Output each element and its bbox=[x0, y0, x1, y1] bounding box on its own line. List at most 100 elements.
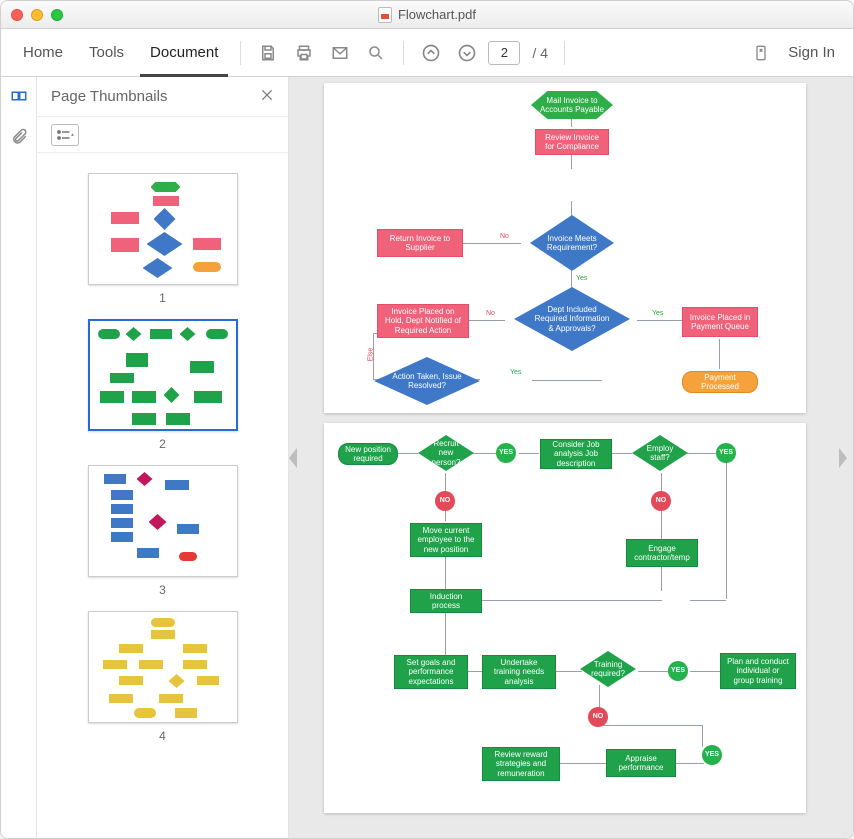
search-button[interactable] bbox=[361, 38, 391, 68]
node-move-employee: Move current employee to the new positio… bbox=[410, 523, 482, 557]
edge-label-no: No bbox=[500, 233, 509, 240]
node-employ-staff: Employ staff? bbox=[632, 435, 688, 471]
search-icon bbox=[367, 44, 385, 62]
arrow-down-circle-icon bbox=[457, 43, 477, 63]
node-dept-approvals: Dept Included Required Information & App… bbox=[514, 287, 630, 351]
node-plan-training: Plan and conduct individual or group tra… bbox=[720, 653, 796, 689]
node-review-reward: Review reward strategies and remuneratio… bbox=[482, 747, 560, 781]
edge-label-else: Else bbox=[367, 348, 374, 362]
titlebar: Flowchart.pdf bbox=[1, 1, 853, 29]
node-payment-processed: Payment Processed bbox=[682, 371, 758, 393]
list-options-icon bbox=[56, 129, 74, 141]
thumbnail-list[interactable]: 1 bbox=[37, 153, 288, 838]
window-controls bbox=[11, 9, 63, 21]
side-panel-options bbox=[37, 117, 288, 153]
save-button[interactable] bbox=[253, 38, 283, 68]
tab-home[interactable]: Home bbox=[13, 29, 73, 77]
node-induction: Induction process bbox=[410, 589, 482, 613]
window-title-text: Flowchart.pdf bbox=[398, 7, 476, 22]
page-thumbnails-icon bbox=[10, 90, 28, 108]
email-button[interactable] bbox=[325, 38, 355, 68]
sign-in-button[interactable]: Sign In bbox=[782, 44, 841, 61]
document-view[interactable]: Mail Invoice to Accounts Payable Review … bbox=[289, 77, 853, 838]
paperclip-icon bbox=[10, 128, 28, 146]
mobile-link-button[interactable] bbox=[746, 38, 776, 68]
edge-label-yes: Yes bbox=[652, 310, 663, 317]
window-title: Flowchart.pdf bbox=[1, 7, 853, 23]
page-total-label: / 4 bbox=[532, 45, 548, 61]
node-engage-contract: Engage contractor/temp bbox=[626, 539, 698, 567]
thumbnail-preview-2 bbox=[88, 319, 238, 431]
tab-tools[interactable]: Tools bbox=[79, 29, 134, 77]
side-panel: Page Thumbnails bbox=[37, 77, 289, 838]
side-panel-header: Page Thumbnails bbox=[37, 77, 288, 117]
edge-badge-no: NO bbox=[588, 707, 608, 727]
node-training-needs: Undertake training needs analysis bbox=[482, 655, 556, 689]
separator bbox=[564, 41, 565, 65]
thumbnail-item[interactable]: 3 bbox=[88, 465, 238, 597]
page-1-partial: Mail Invoice to Accounts Payable Review … bbox=[324, 83, 806, 413]
attachments-panel-button[interactable] bbox=[9, 127, 29, 147]
collapse-side-panel-button[interactable] bbox=[289, 448, 297, 468]
edge-badge-yes: YES bbox=[496, 443, 516, 463]
thumbnail-options-button[interactable] bbox=[51, 124, 79, 146]
next-page-button[interactable] bbox=[452, 38, 482, 68]
node-set-goals: Set goals and performance expectations bbox=[394, 655, 468, 689]
zoom-window-button[interactable] bbox=[51, 9, 63, 21]
thumbnail-label: 4 bbox=[88, 729, 238, 743]
node-appraise: Appraise performance bbox=[606, 749, 676, 777]
node-recruit-new: Recruit new person? bbox=[418, 435, 474, 471]
node-mail-invoice: Mail Invoice to Accounts Payable bbox=[531, 91, 613, 119]
thumbnail-label: 2 bbox=[88, 437, 238, 451]
thumbnail-preview-3 bbox=[88, 465, 238, 577]
printer-icon bbox=[295, 44, 313, 62]
app-window: Flowchart.pdf Home Tools Document / 4 bbox=[0, 0, 854, 839]
expand-tools-panel-button[interactable] bbox=[839, 448, 847, 468]
separator bbox=[240, 41, 241, 65]
thumbnail-preview-4 bbox=[88, 611, 238, 723]
edge-badge-yes: YES bbox=[716, 443, 736, 463]
thumbnail-item[interactable]: 2 bbox=[88, 319, 238, 451]
left-rail bbox=[1, 77, 37, 838]
content-area: Page Thumbnails bbox=[1, 77, 853, 838]
separator bbox=[403, 41, 404, 65]
thumbnail-label: 3 bbox=[88, 583, 238, 597]
node-invoice-hold: Invoice Placed on Hold, Dept Notified of… bbox=[377, 304, 469, 338]
node-invoice-meets: Invoice Meets Requirement? bbox=[530, 215, 614, 271]
minimize-window-button[interactable] bbox=[31, 9, 43, 21]
close-panel-button[interactable] bbox=[260, 86, 274, 107]
node-consider-job: Consider Job analysis Job description bbox=[540, 439, 612, 469]
close-icon bbox=[260, 88, 274, 102]
node-payment-queue: Invoice Placed in Payment Queue bbox=[682, 307, 758, 337]
print-button[interactable] bbox=[289, 38, 319, 68]
close-window-button[interactable] bbox=[11, 9, 23, 21]
edge-label-yes: Yes bbox=[510, 369, 521, 376]
floppy-icon bbox=[259, 44, 277, 62]
node-issue-resolved: Action Taken, Issue Resolved? bbox=[374, 357, 480, 405]
edge-label-no: No bbox=[486, 310, 495, 317]
thumbnail-item[interactable]: 1 bbox=[88, 173, 238, 305]
edge-badge-yes: YES bbox=[668, 661, 688, 681]
tab-document[interactable]: Document bbox=[140, 29, 228, 77]
node-review-invoice: Review Invoice for Compliance bbox=[535, 129, 609, 155]
side-panel-title: Page Thumbnails bbox=[51, 88, 167, 105]
node-new-position: New position required bbox=[338, 443, 398, 465]
node-return-invoice: Return Invoice to Supplier bbox=[377, 229, 463, 257]
node-training-req: Training required? bbox=[580, 651, 636, 687]
thumbnail-item[interactable]: 4 bbox=[88, 611, 238, 743]
prev-page-button[interactable] bbox=[416, 38, 446, 68]
arrow-up-circle-icon bbox=[421, 43, 441, 63]
thumbnail-label: 1 bbox=[88, 291, 238, 305]
page-2-partial: New position required Recruit new person… bbox=[324, 423, 806, 813]
envelope-icon bbox=[330, 44, 350, 62]
edge-badge-no: NO bbox=[435, 491, 455, 511]
edge-badge-yes: YES bbox=[702, 745, 722, 765]
toolbar: Home Tools Document / 4 Sign In bbox=[1, 29, 853, 77]
thumbnails-panel-button[interactable] bbox=[9, 89, 29, 109]
edge-badge-no: NO bbox=[651, 491, 671, 511]
mobile-icon bbox=[753, 43, 769, 63]
pdf-file-icon bbox=[378, 7, 392, 23]
page-number-input[interactable] bbox=[488, 41, 520, 65]
edge-label-yes: Yes bbox=[576, 275, 587, 282]
thumbnail-preview-1 bbox=[88, 173, 238, 285]
